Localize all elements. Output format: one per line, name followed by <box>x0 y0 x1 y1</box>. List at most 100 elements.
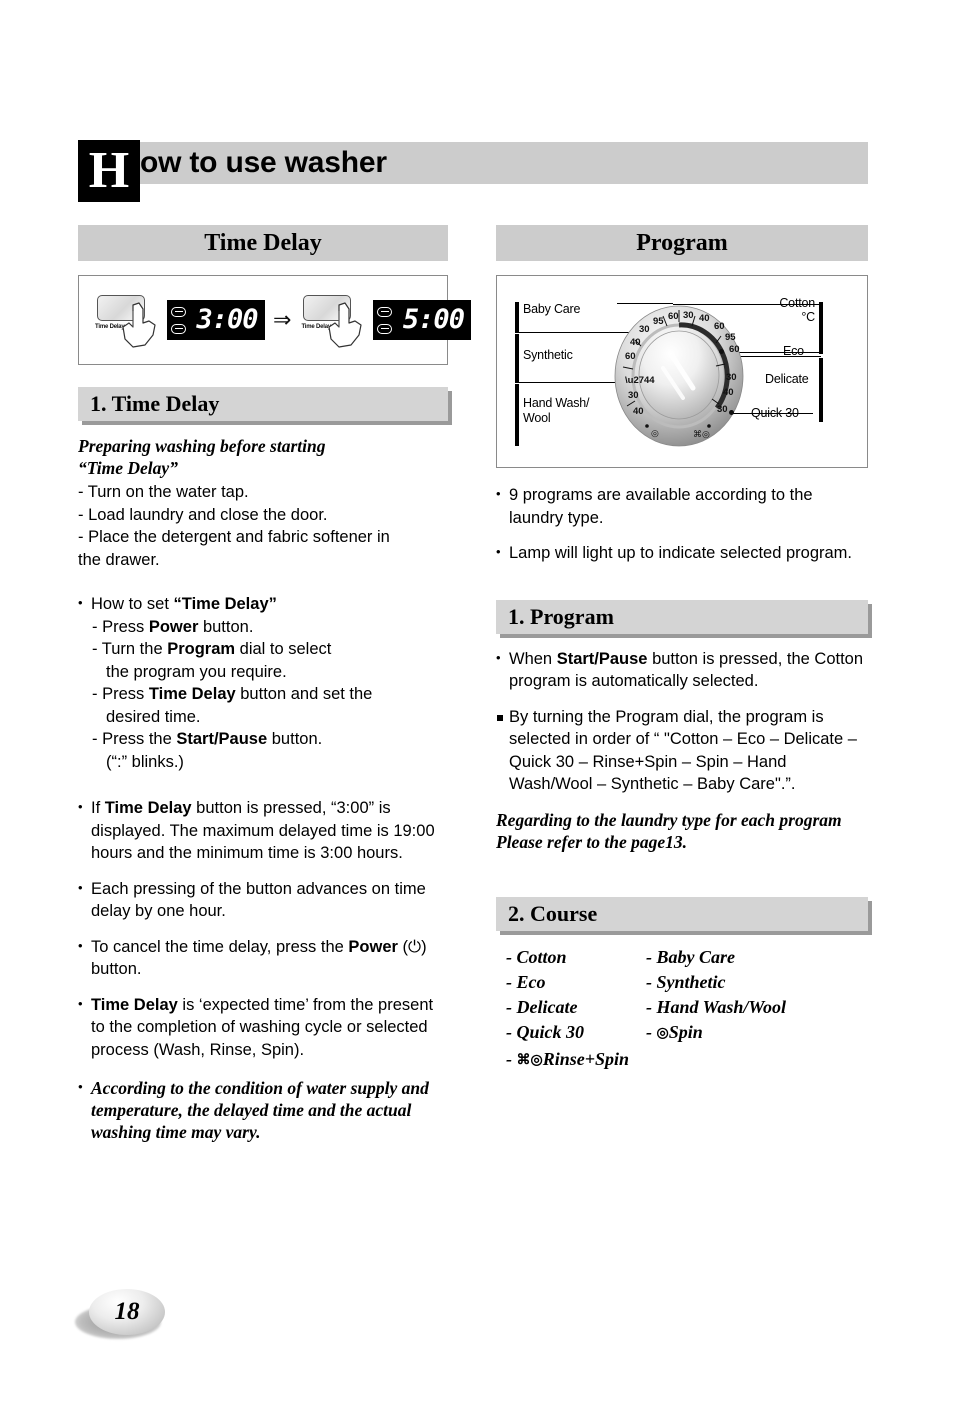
time-delay-illustration: Time Delay 3:00 ⇒ Time Delay 5:00 <box>78 275 472 365</box>
course-item: - Delicate <box>506 996 578 1017</box>
para-start-pause: When Start/Pause button is pressed, the … <box>496 647 868 693</box>
course-row: - Delicate - Hand Wash/Wool <box>506 995 868 1020</box>
howto-heading-plain: How to set <box>91 595 174 613</box>
howto-step: - Press Power button. <box>92 616 448 639</box>
bracket-baby-care <box>515 302 519 332</box>
led-indicator-bottom-icon <box>170 323 186 334</box>
step-bold: Start/Pause <box>176 730 268 748</box>
prep-step: the drawer. <box>78 550 160 569</box>
led-indicator-icons <box>167 303 189 337</box>
svg-text:\u2744: \u2744 <box>625 375 655 386</box>
program-dial-knob-icon: 60 30 40 95 60 30 95 40 60 60 30 \u2744 … <box>614 305 744 447</box>
course-item: - Baby Care <box>646 946 735 967</box>
right-body-text: 9 programs are available according to th… <box>496 483 868 565</box>
led-indicator-top-icon <box>170 306 186 317</box>
hand-pointing-icon <box>328 302 363 348</box>
svg-text:95: 95 <box>725 332 736 343</box>
step-bold: Time Delay <box>148 685 236 703</box>
course-item: - Quick 30 <box>506 1021 584 1042</box>
para-bold: Start/Pause <box>556 649 648 668</box>
step-pre: - Press <box>92 685 149 703</box>
para-pre: To cancel the time delay, press the <box>91 937 349 956</box>
left-body-text: Preparing washing before starting “Time … <box>78 435 448 1143</box>
svg-text:30: 30 <box>639 324 650 335</box>
svg-text:95: 95 <box>653 316 664 327</box>
drop-cap-letter: H <box>78 140 140 202</box>
dial-label-delicate: Delicate <box>765 372 809 386</box>
led-indicator-bottom-icon <box>376 323 392 334</box>
para-bold: Time Delay <box>91 995 178 1014</box>
svg-text:60: 60 <box>729 344 740 355</box>
para-each-pressing: Each pressing of the button advances on … <box>78 877 448 923</box>
program-dial-illustration: Baby Care Synthetic Hand Wash/ Wool Cott… <box>496 275 868 468</box>
svg-text:⌘◎: ⌘◎ <box>693 429 710 439</box>
dial-label-cotton: Cotton °C <box>779 296 815 324</box>
divider-line <box>515 382 627 383</box>
svg-text:40: 40 <box>630 337 641 348</box>
time-delay-button-2: Time Delay <box>299 289 371 351</box>
course-row: - ⌘◎Rinse+Spin <box>506 1047 868 1074</box>
dial-label-eco: Eco <box>783 344 804 358</box>
svg-text:60: 60 <box>714 321 725 332</box>
course-item-spin: - ◎Spin <box>646 1020 868 1047</box>
prep-heading-line2: “Time Delay” <box>78 458 178 478</box>
svg-text:40: 40 <box>699 313 710 324</box>
bracket-hand-wash-wool <box>515 384 519 446</box>
led-time-value-1: 3:00 <box>196 304 258 335</box>
led-time-value-2: 5:00 <box>402 304 465 335</box>
para-cancel: To cancel the time delay, press the Powe… <box>78 935 448 981</box>
svg-text:30: 30 <box>726 372 737 383</box>
step-post: button and set the <box>235 685 373 703</box>
course-item: - Eco <box>506 971 546 992</box>
dial-label-quick30: Quick 30 <box>751 406 799 420</box>
svg-text:◎: ◎ <box>651 428 659 438</box>
page-title: ow to use washer <box>140 146 387 179</box>
svg-text:60: 60 <box>625 351 636 362</box>
leader-dot-eco <box>719 349 724 354</box>
course-item: - Cotton <box>506 946 567 967</box>
step-bold: Program <box>167 640 236 658</box>
svg-text:30: 30 <box>683 310 694 321</box>
para-expected-time: Time Delay is ‘expected time’ from the p… <box>78 993 448 1062</box>
step-post: dial to select <box>235 640 332 658</box>
subsection-course: 2. Course <box>496 896 868 931</box>
bullet-programs-available: 9 programs are available according to th… <box>496 483 868 529</box>
dial-label-baby-care: Baby Care <box>523 302 581 316</box>
led-indicator-top-icon <box>376 306 392 317</box>
step-post: button. <box>198 617 254 636</box>
step-pre: - Turn the <box>92 640 168 658</box>
led-indicator-icons <box>373 303 395 337</box>
svg-text:40: 40 <box>633 406 644 417</box>
subsection-program: 1. Program <box>496 599 868 634</box>
prep-heading-line1: Preparing washing before starting <box>78 436 326 456</box>
step-pre: - Press the <box>92 730 177 748</box>
howto-step-cont: desired time. <box>106 707 201 726</box>
led-display-1: 3:00 <box>167 300 265 340</box>
course-item: - Hand Wash/Wool <box>646 996 787 1017</box>
time-delay-button-1: Time Delay <box>93 289 165 351</box>
course-item-rinse-spin: - ⌘◎Rinse+Spin <box>506 1047 629 1074</box>
leader-dot-quick30 <box>729 410 734 415</box>
bullet-lamp-indicates: Lamp will light up to indicate selected … <box>496 541 868 565</box>
para-pre: If <box>91 799 105 817</box>
section-title-time-delay: Time Delay <box>78 225 448 261</box>
right-column: Program Baby Care Synthetic Hand Wash/ W… <box>496 225 868 1074</box>
para-bold: Power <box>348 937 398 956</box>
program-note-line1: Regarding to the laundry type for each p… <box>496 809 842 830</box>
course-row: - Cotton - Baby Care <box>506 945 868 970</box>
dial-label-hand-wash-wool: Hand Wash/ Wool <box>523 396 590 425</box>
rinse-spin-symbol-icon: ⌘◎ <box>516 1052 543 1068</box>
step-pre: - Press <box>92 617 149 636</box>
howto-step-cont: the program you require. <box>106 662 287 681</box>
para-bold: Time Delay <box>104 799 192 817</box>
prep-steps-list: - Turn on the water tap. - Load laundry … <box>78 481 448 571</box>
prep-step: - Load laundry and close the door. <box>78 505 328 524</box>
hand-pointing-icon <box>122 302 156 348</box>
prep-step: - Turn on the water tap. <box>78 483 249 501</box>
program-body-text: When Start/Pause button is pressed, the … <box>496 647 868 853</box>
howto-steps-list: - Press Power button. - Turn the Program… <box>78 616 448 774</box>
svg-text:40: 40 <box>723 387 734 398</box>
section-title-program: Program <box>496 225 868 261</box>
subsection-time-delay: 1. Time Delay <box>78 387 448 421</box>
arrow-right-icon: ⇒ <box>273 307 292 332</box>
